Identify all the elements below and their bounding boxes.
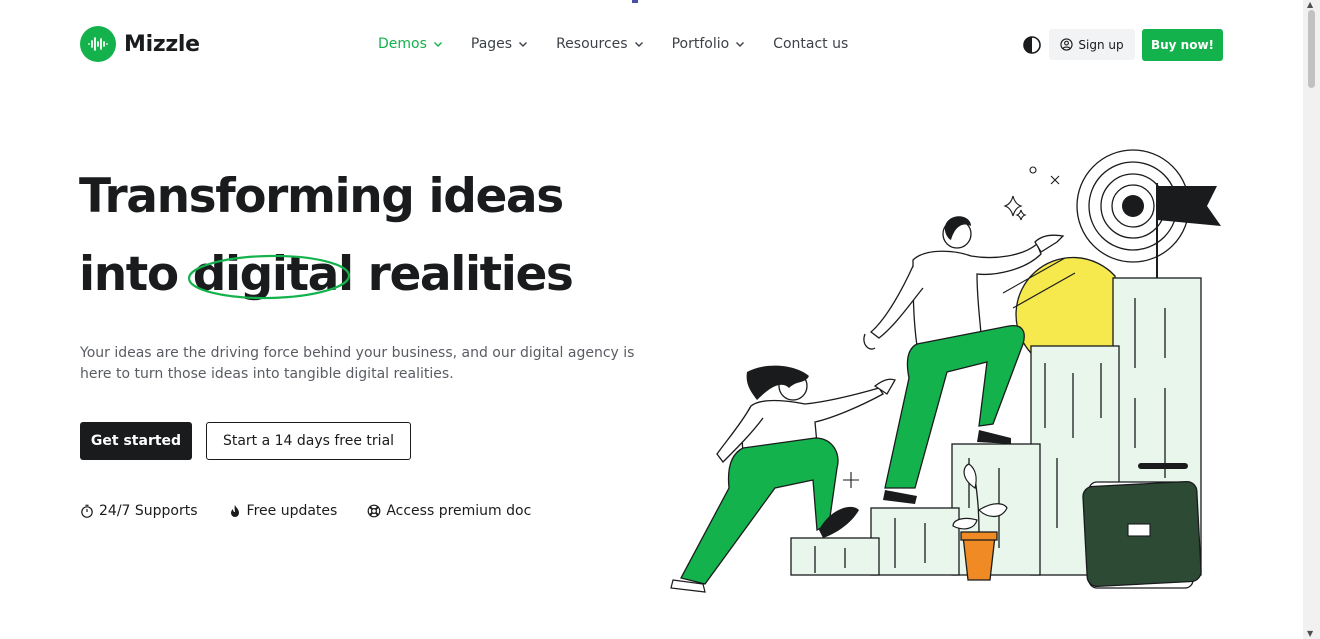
chevron-down-icon bbox=[433, 42, 442, 47]
hero-title-line-2: into digital realities bbox=[79, 236, 574, 314]
nav-item-pages[interactable]: Pages bbox=[471, 36, 528, 52]
hero-title: Transforming ideas into digital realitie… bbox=[79, 158, 574, 314]
lifebuoy-icon bbox=[367, 504, 381, 518]
logo-waveform-icon bbox=[80, 26, 116, 62]
scroll-down-icon[interactable]: ▼ bbox=[1307, 630, 1313, 638]
fire-icon bbox=[230, 505, 239, 517]
feature-item: 24/7 Supports bbox=[80, 503, 198, 519]
nav-item-portfolio[interactable]: Portfolio bbox=[672, 36, 746, 52]
chevron-down-icon bbox=[519, 42, 528, 47]
feature-list: 24/7 Supports Free updates Access premiu… bbox=[80, 503, 531, 519]
site-header: Mizzle Demos Pages Resources Portfolio C… bbox=[0, 0, 1303, 90]
free-trial-button[interactable]: Start a 14 days free trial bbox=[206, 422, 411, 460]
hero-title-prefix: into bbox=[79, 247, 193, 302]
contrast-icon[interactable] bbox=[1022, 35, 1042, 55]
hero-illustration bbox=[670, 149, 1221, 593]
get-started-button[interactable]: Get started bbox=[80, 422, 192, 460]
nav-item-resources[interactable]: Resources bbox=[556, 36, 644, 52]
nav-item-demos[interactable]: Demos bbox=[378, 36, 443, 52]
sign-up-button[interactable]: Sign up bbox=[1049, 29, 1135, 60]
nav-item-label: Pages bbox=[470, 36, 513, 52]
feature-label: Access premium doc bbox=[386, 503, 532, 519]
buy-now-button[interactable]: Buy now! bbox=[1142, 29, 1223, 61]
nav-item-label: Resources bbox=[556, 36, 628, 52]
highlight-ellipse-decoration bbox=[187, 254, 350, 300]
brand-name: Mizzle bbox=[124, 31, 200, 57]
nav-item-label: Portfolio bbox=[671, 36, 730, 52]
feature-label: Free updates bbox=[246, 503, 338, 519]
hero-title-suffix: realities bbox=[352, 247, 574, 302]
main-nav: Demos Pages Resources Portfolio Contact … bbox=[378, 36, 848, 52]
feature-item: Free updates bbox=[228, 503, 338, 519]
feature-item: Access premium doc bbox=[367, 503, 531, 519]
hero-title-line-1: Transforming ideas bbox=[79, 169, 564, 224]
user-circle-icon bbox=[1060, 38, 1074, 51]
scrollbar-thumb[interactable] bbox=[1308, 10, 1315, 88]
vertical-scrollbar[interactable]: ▲ ▼ bbox=[1303, 0, 1320, 639]
logo[interactable]: Mizzle bbox=[80, 26, 200, 62]
scroll-up-icon[interactable]: ▲ bbox=[1307, 1, 1313, 9]
nav-item-contact[interactable]: Contact us bbox=[773, 36, 848, 52]
stopwatch-icon bbox=[81, 504, 93, 518]
nav-item-label: Demos bbox=[378, 36, 427, 52]
chevron-down-icon bbox=[736, 42, 745, 47]
sign-up-label: Sign up bbox=[1078, 37, 1124, 52]
chevron-down-icon bbox=[634, 42, 643, 47]
hero-title-highlight: digital bbox=[187, 236, 354, 314]
feature-label: 24/7 Supports bbox=[99, 503, 198, 519]
hero-description: Your ideas are the driving force behind … bbox=[80, 345, 635, 382]
nav-item-label: Contact us bbox=[773, 36, 849, 52]
